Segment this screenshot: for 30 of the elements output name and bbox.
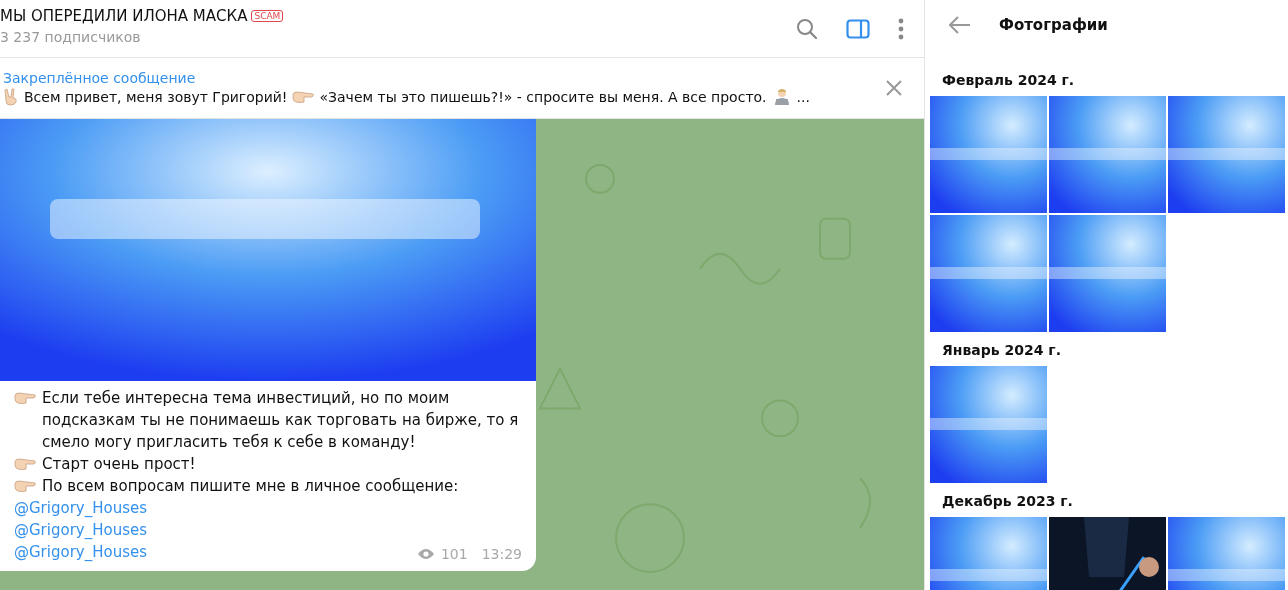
month-heading: Февраль 2024 г. [941, 71, 1076, 90]
side-panel-icon[interactable] [846, 18, 870, 39]
scam-badge: SCAM [251, 9, 284, 22]
username-link[interactable]: @Grigory_Houses [14, 521, 148, 539]
panel-title: Фотографии [999, 16, 1108, 34]
pointing-hand-icon [14, 479, 36, 493]
pinned-text: «Зачем ты это пишешь?!» - спросите вы меня. А все просто. [319, 89, 767, 105]
pinned-text: ... [796, 89, 810, 105]
view-count: 101 [440, 545, 468, 564]
pointing-hand-icon [292, 90, 315, 104]
message-text: Если тебе интересна тема инвестиций, но по моим подсказкам ты не понимаешь как торговать на бирже, то я смело могу пригласить тебя к себе в команду! [42, 388, 520, 453]
message-text: Старт очень прост! [42, 454, 196, 475]
pointing-hand-icon [14, 457, 36, 471]
message-text: По всем вопросам пишите мне в личное сообщение: [42, 476, 459, 497]
month-heading: Январь 2024 г. [941, 341, 1062, 360]
username-link[interactable]: @Grigory_Houses [14, 543, 148, 561]
subscriber-count: 3 237 подписчиков [0, 28, 142, 45]
message-time: 13:29 [481, 545, 522, 564]
search-icon[interactable] [796, 17, 818, 40]
more-icon[interactable] [898, 17, 904, 40]
pinned-text: Всем привет, меня зовут Григорий! [24, 89, 288, 105]
channel-title: МЫ ОПЕРЕДИЛИ ИЛОНА МАСКА [0, 6, 248, 25]
victory-hand-icon [3, 88, 19, 106]
month-heading: Декабрь 2023 г. [941, 492, 1074, 511]
pinned-label[interactable]: Закреплённое сообщение [3, 70, 810, 86]
username-link[interactable]: @Grigory_Houses [14, 499, 148, 517]
close-icon[interactable] [886, 80, 902, 96]
pointing-hand-icon [14, 391, 36, 405]
back-arrow-icon[interactable] [949, 16, 971, 34]
eye-icon [416, 548, 435, 560]
